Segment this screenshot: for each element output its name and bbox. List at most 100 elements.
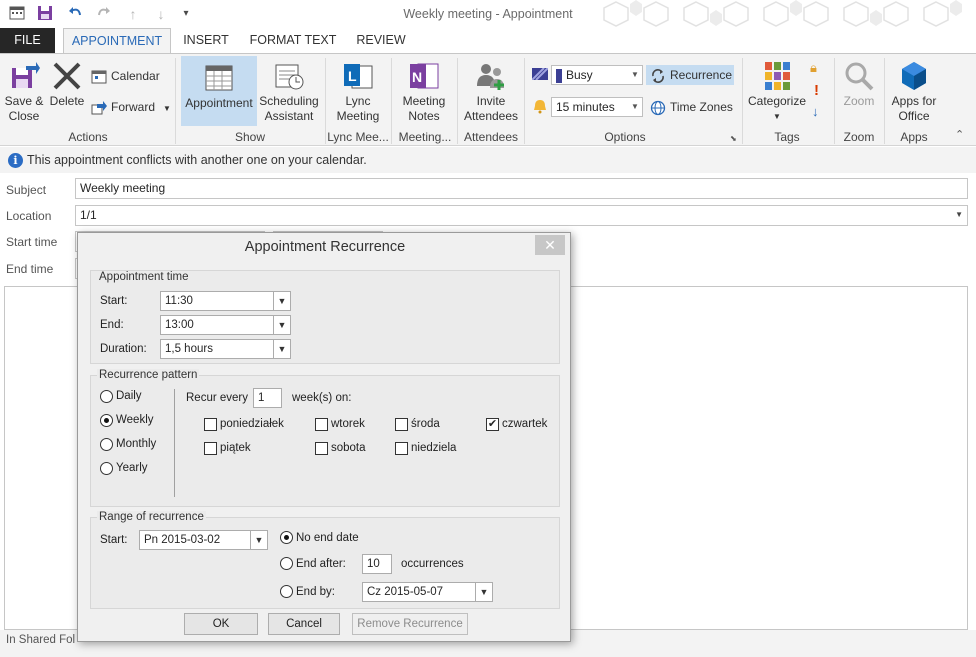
cancel-button[interactable]: Cancel — [268, 613, 340, 635]
weekly-radio[interactable] — [100, 414, 113, 427]
tab-file[interactable]: FILE — [0, 28, 55, 53]
remove-recurrence-button[interactable]: Remove Recurrence — [352, 613, 468, 635]
status-text: In Shared Fol — [6, 634, 76, 646]
save-close-icon — [8, 60, 40, 92]
monday-checkbox[interactable] — [204, 418, 217, 431]
end-after-radio[interactable] — [280, 557, 293, 570]
monthly-radio[interactable] — [100, 438, 113, 451]
friday-checkbox[interactable] — [204, 442, 217, 455]
daily-radio[interactable] — [100, 390, 113, 403]
yearly-radio[interactable] — [100, 462, 113, 475]
range-start-label: Start: — [100, 534, 128, 546]
dropdown-arrow-icon[interactable]: ▼ — [273, 291, 291, 311]
location-dropdown-icon[interactable]: ▼ — [955, 206, 963, 224]
invite-attendees-icon — [475, 60, 507, 92]
options-launcher-icon[interactable]: ⬊ — [730, 134, 737, 143]
dialog-title: Appointment Recurrence — [244, 239, 406, 255]
apps-for-office-icon — [898, 60, 930, 92]
high-importance-icon[interactable]: ! — [814, 82, 819, 99]
dropdown-arrow-icon: ▼ — [631, 102, 639, 111]
group-show-label: Show — [234, 130, 266, 144]
location-value: 1/1 — [80, 208, 97, 222]
busy-color-icon — [556, 68, 562, 83]
apps-label-1: Apps for — [891, 94, 937, 108]
group-separator — [457, 58, 458, 144]
thursday-checkbox[interactable]: ✔ — [486, 418, 499, 431]
weekly-label: Weekly — [116, 414, 154, 426]
categorize-button[interactable]: Categorize ▼ — [746, 54, 808, 124]
range-start-combo[interactable]: Pn 2015-03-02 ▼ — [139, 530, 268, 550]
save-close-button[interactable]: Save & Close — [2, 54, 46, 124]
wednesday-checkbox[interactable] — [395, 418, 408, 431]
delete-button[interactable]: Delete — [47, 54, 87, 109]
show-as-icon — [531, 67, 549, 81]
lync-label-1: Lync — [345, 94, 371, 108]
monthly-label: Monthly — [116, 438, 157, 450]
end-time-label: End time — [6, 262, 54, 276]
end-by-combo[interactable]: Cz 2015-05-07 ▼ — [362, 582, 493, 602]
tuesday-checkbox[interactable] — [315, 418, 328, 431]
forward-icon — [91, 100, 107, 116]
group-options-label: Options — [604, 130, 646, 144]
dropdown-arrow-icon: ▼ — [631, 70, 639, 79]
invite-label-2: Attendees — [463, 109, 519, 123]
low-importance-icon[interactable]: ↓ — [812, 104, 819, 119]
group-separator — [391, 58, 392, 144]
reminder-dropdown[interactable]: 15 minutes ▼ — [551, 97, 643, 117]
no-end-date-radio[interactable] — [280, 531, 293, 544]
recurrence-button[interactable]: Recurrence — [646, 65, 734, 85]
range-start-value: Pn 2015-03-02 — [144, 534, 221, 546]
recur-every-label: Recur every — [186, 392, 248, 404]
subject-input[interactable]: Weekly meeting — [75, 178, 968, 199]
start-time-value: 11:30 — [165, 295, 193, 307]
saturday-checkbox[interactable] — [315, 442, 328, 455]
duration-combo[interactable]: 1,5 hours ▼ — [160, 339, 291, 359]
start-time-combo[interactable]: 11:30 ▼ — [160, 291, 291, 311]
collapse-ribbon-icon[interactable]: ⌃ — [955, 128, 964, 141]
dropdown-arrow-icon[interactable]: ▼ — [273, 339, 291, 359]
sunday-checkbox[interactable] — [395, 442, 408, 455]
sunday-label: niedziela — [411, 442, 457, 454]
categorize-label: Categorize — [747, 94, 807, 108]
end-after-input[interactable]: 10 — [362, 554, 392, 574]
title-decoration — [576, 0, 976, 28]
scheduling-assistant-button[interactable]: Scheduling Assistant — [258, 54, 320, 124]
recur-every-input[interactable]: 1 — [253, 388, 282, 408]
tab-appointment[interactable]: APPOINTMENT — [63, 28, 171, 54]
lync-meeting-button[interactable]: L Lync Meeting — [330, 54, 386, 124]
invite-attendees-button[interactable]: Invite Attendees — [461, 54, 521, 124]
calendar-button[interactable]: Calendar — [91, 66, 160, 86]
show-as-value: Busy — [566, 68, 593, 82]
dropdown-arrow-icon[interactable]: ▼ — [475, 582, 493, 602]
forward-dropdown-icon: ▼ — [163, 104, 171, 113]
tab-format-text[interactable]: FORMAT TEXT — [244, 28, 342, 53]
end-time-combo[interactable]: 13:00 ▼ — [160, 315, 291, 335]
appointment-view-button[interactable]: Appointment — [181, 56, 257, 126]
ok-button[interactable]: OK — [184, 613, 258, 635]
tab-insert[interactable]: INSERT — [176, 28, 236, 53]
end-by-radio[interactable] — [280, 585, 293, 598]
time-zones-button[interactable]: Time Zones — [650, 97, 733, 117]
tuesday-label: wtorek — [331, 418, 365, 430]
zoom-button[interactable]: Zoom — [838, 54, 880, 109]
apps-for-office-button[interactable]: Apps for Office — [887, 54, 941, 124]
info-icon: i — [8, 153, 23, 168]
checkmark-icon: ✔ — [487, 418, 498, 430]
monday-label: poniedziałek — [220, 418, 284, 430]
private-lock-icon[interactable]: 🔒︎ — [810, 60, 817, 76]
appointment-view-label: Appointment — [185, 96, 253, 110]
forward-button[interactable]: Forward ▼ — [91, 97, 171, 117]
save-close-label-1: Save & — [4, 94, 44, 108]
close-button[interactable]: ✕ — [535, 235, 565, 255]
dropdown-arrow-icon[interactable]: ▼ — [273, 315, 291, 335]
meeting-notes-button[interactable]: N Meeting Notes — [396, 54, 452, 124]
invite-label-1: Invite — [476, 94, 506, 108]
subject-label: Subject — [6, 183, 47, 197]
no-end-date-label: No end date — [296, 532, 359, 544]
tab-review[interactable]: REVIEW — [350, 28, 412, 53]
location-input[interactable]: 1/1 ▼ — [75, 205, 968, 226]
save-close-label-2: Close — [8, 109, 40, 123]
dropdown-arrow-icon[interactable]: ▼ — [250, 530, 268, 550]
meeting-notes-label-2: Notes — [408, 109, 440, 123]
show-as-dropdown[interactable]: Busy ▼ — [551, 65, 643, 85]
